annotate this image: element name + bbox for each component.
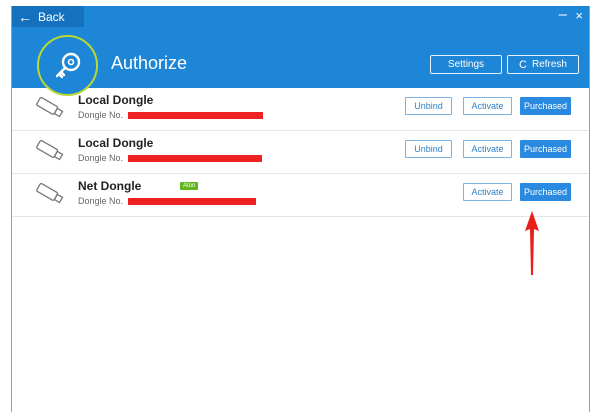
minimize-button[interactable]: – xyxy=(559,7,567,22)
dongle-tag-badge: Aton xyxy=(180,182,199,190)
dongle-row-2: Local Dongle Dongle No. Unbind Activate … xyxy=(12,131,589,174)
authorize-window: ← Back – × Authorize Settings C Refresh xyxy=(11,6,590,412)
purchased-button[interactable]: Purchased xyxy=(520,183,571,201)
purchased-button[interactable]: Purchased xyxy=(520,140,571,158)
redaction-mark xyxy=(128,112,263,119)
refresh-label: Refresh xyxy=(531,59,567,70)
usb-dongle-icon xyxy=(36,139,64,161)
dongle-number-label: Dongle No. xyxy=(78,110,124,120)
settings-button[interactable]: Settings xyxy=(430,55,502,74)
refresh-button[interactable]: C Refresh xyxy=(507,55,579,74)
key-logo xyxy=(37,35,98,96)
back-button[interactable]: ← Back xyxy=(12,6,84,27)
purchased-button[interactable]: Purchased xyxy=(520,97,571,115)
unbind-button[interactable]: Unbind xyxy=(405,97,452,115)
usb-dongle-icon xyxy=(36,182,64,204)
header-bar: ← Back – × Authorize Settings C Refresh xyxy=(12,6,589,88)
dongle-name: Net Dongle xyxy=(78,179,142,193)
close-button[interactable]: × xyxy=(575,9,583,22)
page-title: Authorize xyxy=(111,53,188,73)
activate-button[interactable]: Activate xyxy=(463,183,512,201)
dongle-row-1: Local Dongle Dongle No. Unbind Activate … xyxy=(12,88,589,131)
redaction-mark xyxy=(128,155,262,162)
dongle-name: Local Dongle xyxy=(78,136,154,150)
activate-button[interactable]: Activate xyxy=(463,97,512,115)
settings-label: Settings xyxy=(447,59,485,70)
redaction-mark xyxy=(128,198,256,205)
dongle-list: Local Dongle Dongle No. Unbind Activate … xyxy=(12,88,589,217)
back-label: Back xyxy=(38,9,65,24)
dongle-number-label: Dongle No. xyxy=(78,196,124,206)
unbind-button[interactable]: Unbind xyxy=(405,140,452,158)
activate-button[interactable]: Activate xyxy=(463,140,512,158)
usb-dongle-icon xyxy=(36,96,64,118)
dongle-number-label: Dongle No. xyxy=(78,153,124,163)
back-arrow-icon: ← xyxy=(18,8,32,25)
dongle-row-3: Net Dongle Aton Dongle No. Activate Purc… xyxy=(12,174,589,217)
key-icon xyxy=(55,52,80,78)
refresh-icon: C xyxy=(519,58,527,71)
red-arrow-icon xyxy=(525,211,539,275)
dongle-name: Local Dongle xyxy=(78,93,154,107)
